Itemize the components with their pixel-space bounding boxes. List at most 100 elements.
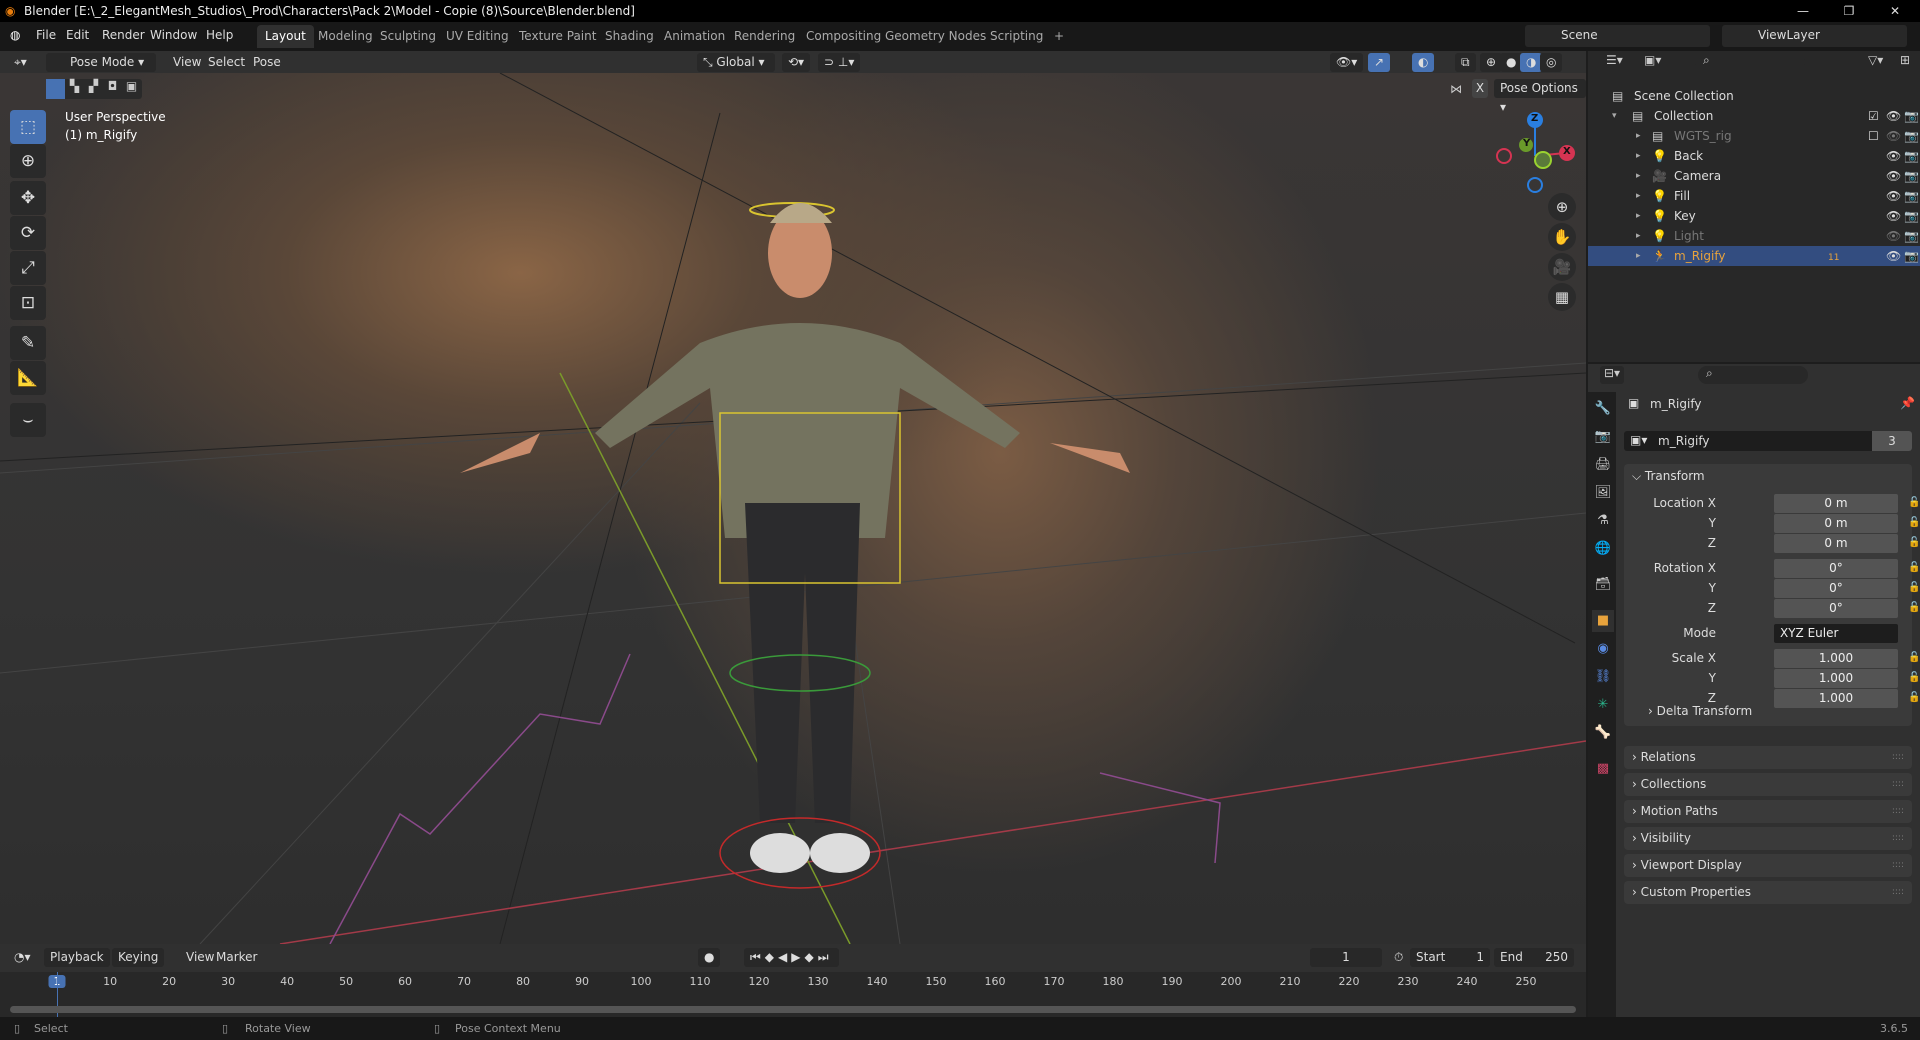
perspective-toggle-button[interactable]: ▦ (1548, 283, 1576, 311)
pose-menu[interactable]: Pose (247, 53, 287, 72)
shading-wireframe[interactable]: ⊕ (1480, 53, 1503, 72)
timeline-scrollbar[interactable] (10, 1006, 1576, 1013)
select-intersect-button[interactable]: ▣ (122, 79, 141, 99)
render-tab[interactable]: 📷 (1592, 426, 1614, 448)
eye-icon[interactable]: 👁 (1886, 126, 1901, 146)
end-frame-field[interactable]: End 250 (1494, 948, 1574, 967)
panel-custom-properties[interactable]: › Custom Properties:::: (1624, 881, 1912, 904)
scale-tool[interactable]: ⤢ (10, 251, 46, 285)
shading-rendered[interactable]: ◎ (1540, 53, 1563, 72)
workspace-tab-shading[interactable]: Shading (597, 25, 662, 48)
display-mode-dropdown[interactable]: ☰▾ (1602, 53, 1627, 71)
panel-relations[interactable]: › Relations:::: (1624, 746, 1912, 769)
render-camera-icon[interactable]: 📷 (1904, 226, 1919, 246)
zoom-button[interactable]: ⊕ (1548, 193, 1576, 221)
pan-button[interactable]: ✋ (1548, 223, 1576, 251)
property-field[interactable]: 0 m (1774, 534, 1898, 553)
outliner-item[interactable]: ▸ ▤ WGTS_rig ☐ 👁 📷 (1588, 126, 1920, 146)
property-field[interactable]: 1.000 (1774, 649, 1898, 668)
eye-icon[interactable]: 👁 (1886, 246, 1901, 266)
workspace-tab-modeling[interactable]: Modeling (310, 25, 381, 48)
lock-icon[interactable]: 🔓 (1908, 537, 1920, 548)
lock-icon[interactable]: 🔓 (1908, 497, 1920, 508)
move-tool[interactable]: ✥ (10, 181, 46, 215)
snap-toggle[interactable]: ⊃ ⊥▾ (818, 53, 861, 72)
workspace-tab-rendering[interactable]: Rendering (726, 25, 803, 48)
camera-view-button[interactable]: 🎥 (1548, 253, 1576, 281)
orientation-dropdown[interactable]: ⤡ Global ▾ (697, 53, 775, 72)
expand-arrow-icon[interactable]: ▸ (1636, 126, 1641, 146)
world-tab[interactable]: 🌐 (1592, 538, 1614, 560)
lock-icon[interactable]: 🔓 (1908, 672, 1920, 683)
menu-file[interactable]: File (36, 28, 56, 42)
output-tab[interactable]: 🖨 (1592, 454, 1614, 476)
outliner-item[interactable]: ▾ ▤ Collection ☑ 👁 📷 (1588, 106, 1920, 126)
workspace-tab--[interactable]: + (1046, 25, 1072, 48)
panel-motion-paths[interactable]: › Motion Paths:::: (1624, 800, 1912, 823)
workspace-tab-animation[interactable]: Animation (656, 25, 733, 48)
workspace-tab-sculpting[interactable]: Sculpting (372, 25, 444, 48)
exclude-checkbox[interactable]: ☐ (1868, 126, 1879, 146)
lock-icon[interactable]: 🔓 (1908, 692, 1920, 703)
scene-selector[interactable]: Scene (1525, 25, 1710, 47)
delta-transform-subpanel[interactable]: › Delta Transform (1648, 704, 1752, 718)
workspace-tab-texture-paint[interactable]: Texture Paint (511, 25, 604, 48)
drag-handle-icon[interactable]: :::: (1892, 854, 1904, 877)
outliner-item[interactable]: ▸ 💡 Back 👁 📷 (1588, 146, 1920, 166)
property-field[interactable]: 0° (1774, 559, 1898, 578)
preview-range-icon[interactable]: ⏱ (1388, 948, 1409, 967)
panel-collections[interactable]: › Collections:::: (1624, 773, 1912, 796)
expand-arrow-icon[interactable]: ▸ (1636, 206, 1641, 226)
minimize-button[interactable]: — (1780, 0, 1826, 22)
property-field[interactable]: 0° (1774, 579, 1898, 598)
workspace-tab-scripting[interactable]: Scripting (982, 25, 1051, 48)
outliner-search-input[interactable]: ⌕ (1695, 53, 1805, 71)
constraints-tab[interactable]: ⛓ (1592, 666, 1614, 688)
properties-search-input[interactable]: ⌕ (1698, 366, 1808, 384)
armature-data-tab[interactable]: ✳ (1592, 694, 1614, 716)
mirror-x-toggle[interactable]: X (1472, 79, 1488, 98)
timeline-menu-playback[interactable]: Playback (44, 948, 110, 967)
render-camera-icon[interactable]: 📷 (1904, 246, 1919, 266)
view-layer-selector[interactable]: ViewLayer (1722, 25, 1907, 47)
expand-arrow-icon[interactable]: ▸ (1636, 186, 1641, 206)
mode-dropdown[interactable]: Pose Mode ▾ (46, 53, 156, 72)
lock-icon[interactable]: 🔓 (1908, 602, 1920, 613)
object-tab[interactable]: ■ (1592, 610, 1614, 632)
timeline-menu-marker[interactable]: Marker (210, 948, 263, 967)
eye-icon[interactable]: 👁 (1886, 226, 1901, 246)
timeline-menu-keying[interactable]: Keying (112, 948, 165, 967)
expand-arrow-icon[interactable]: ▸ (1636, 146, 1641, 166)
select-new-button[interactable] (46, 79, 65, 99)
lock-icon[interactable]: 🔓 (1908, 652, 1920, 663)
workspace-tab-geometry-nodes[interactable]: Geometry Nodes (877, 25, 994, 48)
editor-type-button[interactable]: ⌖▾ (8, 53, 33, 72)
select-extend-button[interactable]: ▚ (65, 79, 84, 99)
property-field[interactable]: 1.000 (1774, 669, 1898, 688)
pin-icon[interactable]: 📌 (1900, 396, 1915, 410)
render-camera-icon[interactable]: 📷 (1904, 206, 1919, 226)
lock-icon[interactable]: 🔓 (1908, 582, 1920, 593)
filter-dropdown[interactable]: ▽▾ (1864, 53, 1888, 71)
expand-arrow-icon[interactable]: ▸ (1636, 246, 1641, 266)
property-field[interactable]: 0 m (1774, 514, 1898, 533)
close-button[interactable]: ✕ (1872, 0, 1918, 22)
physics-tab[interactable]: ◉ (1592, 638, 1614, 660)
editor-type-button[interactable]: ◔▾ (8, 948, 37, 967)
expand-arrow-icon[interactable]: ▸ (1636, 226, 1641, 246)
annotate-tool[interactable]: ✎ (10, 326, 46, 360)
menu-window[interactable]: Window (150, 28, 197, 42)
outliner-item[interactable]: ▸ 💡 Fill 👁 📷 (1588, 186, 1920, 206)
drag-handle-icon[interactable]: :::: (1892, 800, 1904, 823)
filter-view-dropdown[interactable]: ▣▾ (1640, 53, 1666, 71)
lock-icon[interactable]: 🔓 (1908, 562, 1920, 573)
eye-icon[interactable]: 👁 (1886, 146, 1901, 166)
maximize-button[interactable]: ❐ (1826, 0, 1872, 22)
rotation-mode-dropdown[interactable]: XYZ Euler (1774, 624, 1898, 643)
property-field[interactable]: 0° (1774, 599, 1898, 618)
new-collection-button[interactable]: ⊞ (1900, 53, 1910, 67)
outliner-item[interactable]: ▤ Scene Collection (1588, 86, 1920, 106)
start-frame-field[interactable]: Start 1 (1410, 948, 1490, 967)
eye-icon[interactable]: 👁 (1886, 106, 1901, 126)
pose-options-dropdown[interactable]: Pose Options ▾ (1494, 79, 1586, 114)
